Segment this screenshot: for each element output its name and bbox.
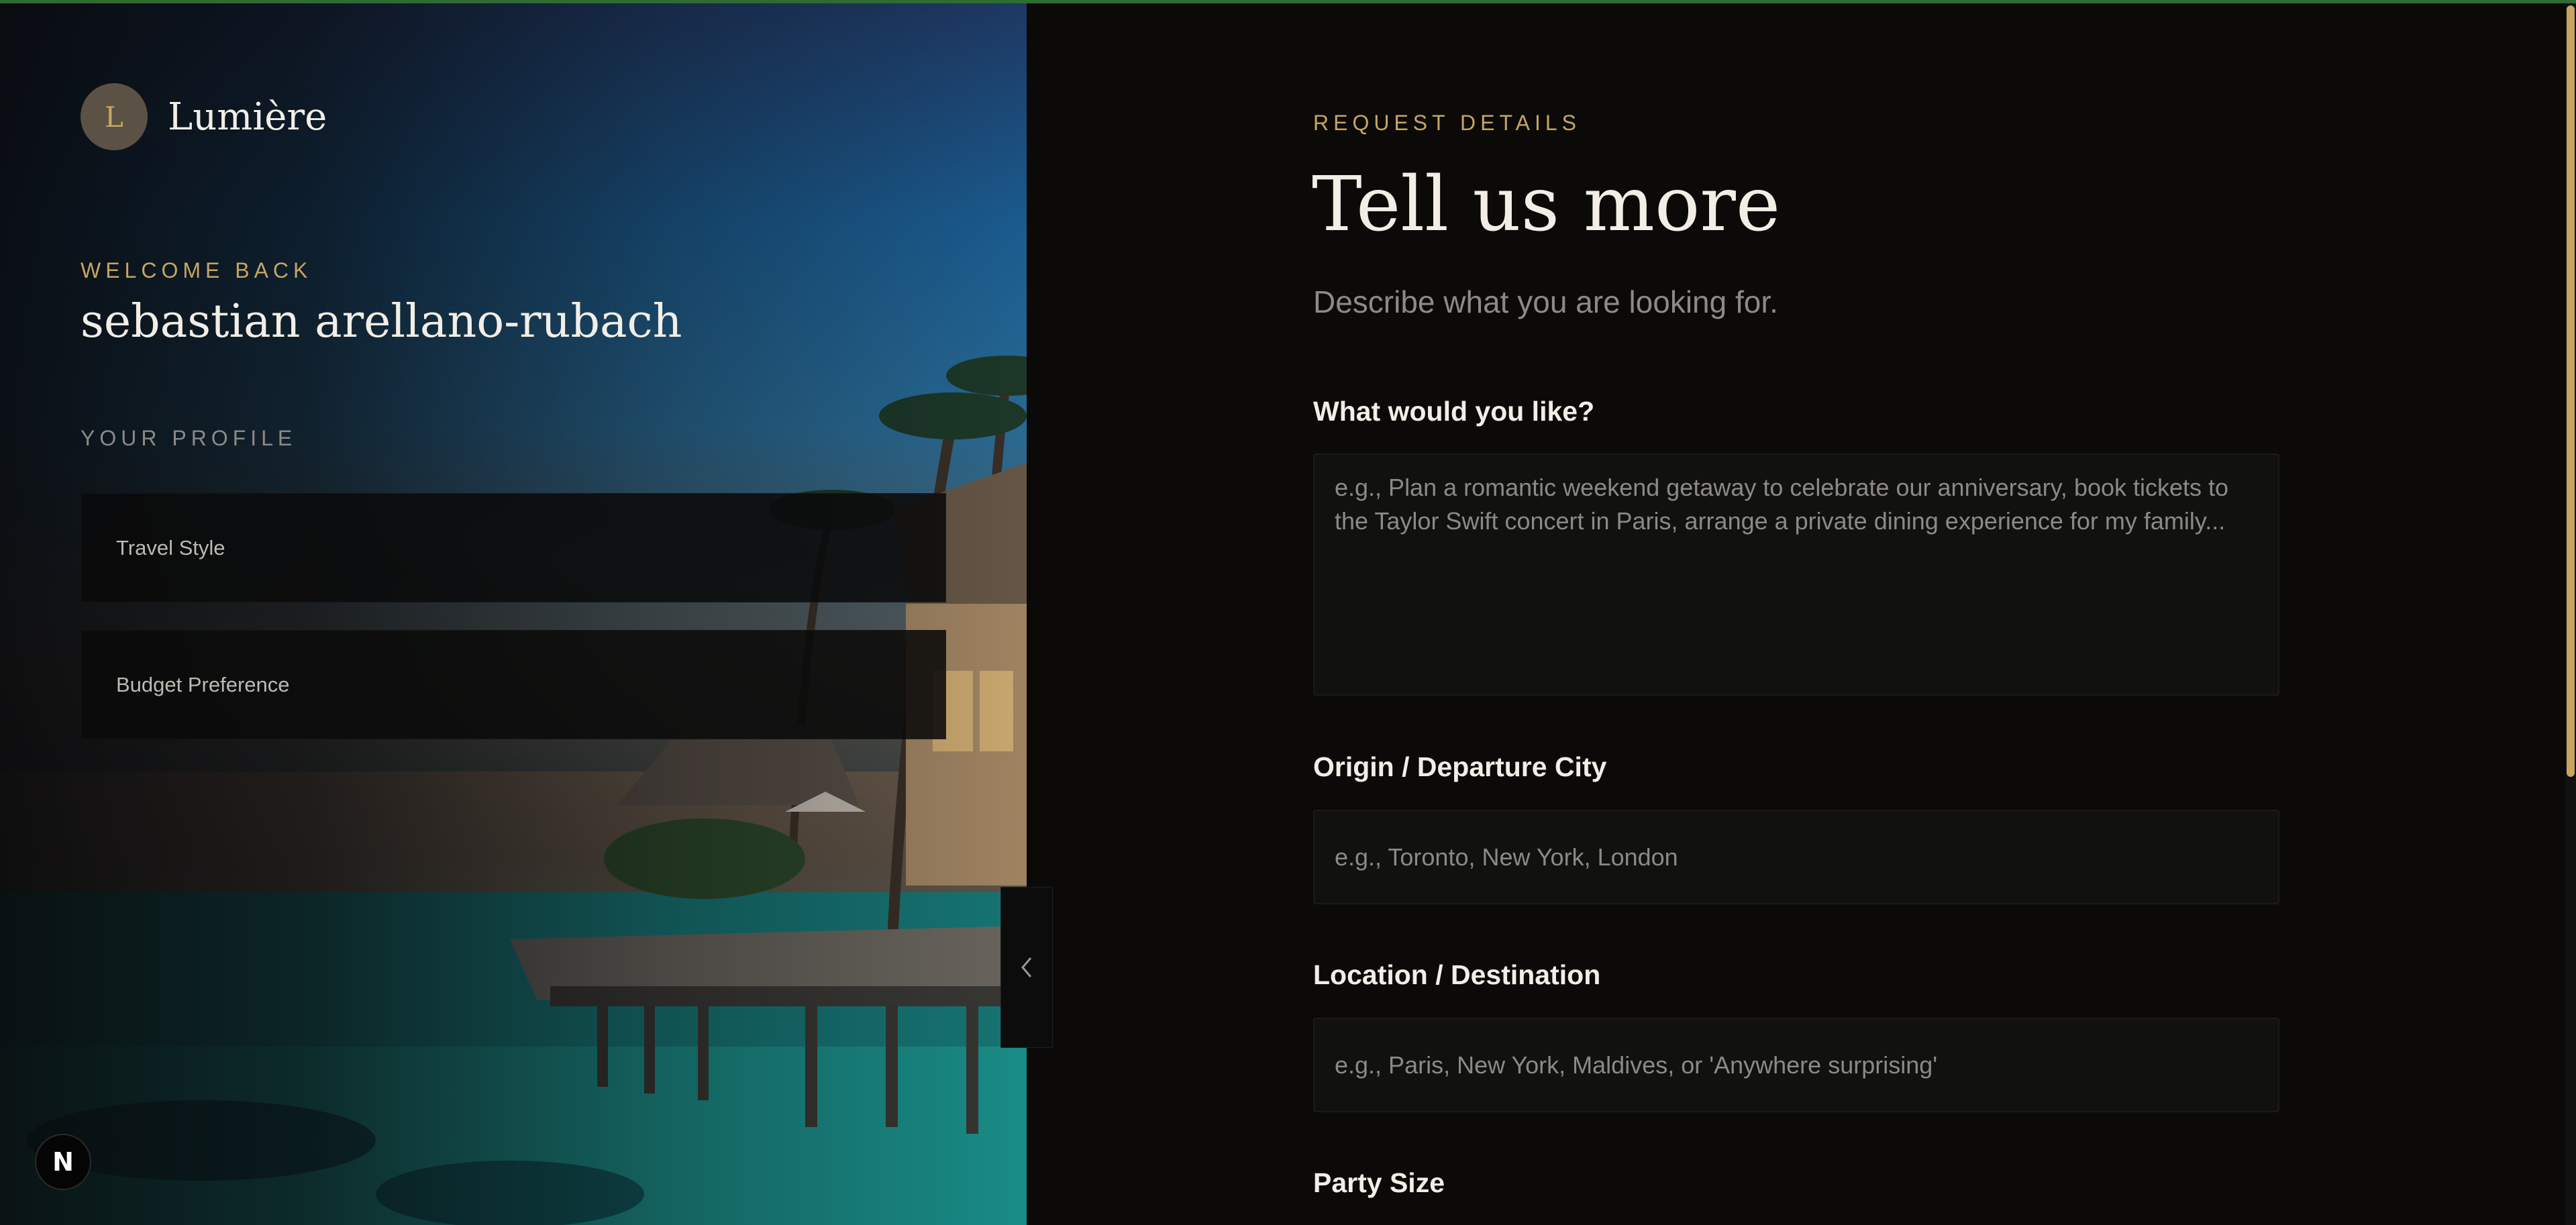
welcome-label: WELCOME BACK: [81, 258, 313, 282]
brand-monogram: L: [81, 83, 148, 150]
user-name: sebastian arellano-rubach: [81, 295, 682, 348]
page-title: Tell us more: [1312, 161, 1781, 248]
profile-section-label: YOUR PROFILE: [81, 426, 297, 450]
collapse-sidebar-button[interactable]: [1000, 887, 1053, 1048]
party-size-label: Party Size: [1313, 1167, 1445, 1198]
next-dev-badge[interactable]: N: [35, 1134, 91, 1190]
profile-item-travel-style[interactable]: Travel Style: [81, 493, 946, 602]
profile-item-label: Budget Preference: [116, 672, 290, 696]
origin-city-input[interactable]: [1313, 810, 2279, 904]
brand-logo[interactable]: L Lumière: [81, 83, 327, 150]
origin-city-label: Origin / Departure City: [1313, 751, 1607, 782]
brand-name: Lumière: [168, 95, 327, 139]
profile-item-label: Travel Style: [116, 535, 225, 560]
image-overlay: [0, 0, 1027, 1225]
scrollbar-thumb[interactable]: [2567, 5, 2575, 777]
request-description-textarea[interactable]: [1313, 454, 2279, 696]
request-description-label: What would you like?: [1313, 396, 1595, 427]
chevron-left-icon: [1021, 957, 1032, 977]
page-subtitle: Describe what you are looking for.: [1313, 284, 1778, 319]
n-logo-icon: N: [52, 1147, 74, 1177]
profile-item-budget-preference[interactable]: Budget Preference: [81, 630, 946, 739]
destination-input[interactable]: [1313, 1018, 2279, 1112]
top-progress-line: [0, 0, 2576, 3]
section-eyebrow: REQUEST DETAILS: [1313, 111, 1581, 135]
destination-label: Location / Destination: [1313, 959, 1601, 990]
scrollbar[interactable]: [2565, 0, 2576, 1225]
profile-sidebar: L Lumière WELCOME BACK sebastian arellan…: [0, 0, 1027, 1225]
